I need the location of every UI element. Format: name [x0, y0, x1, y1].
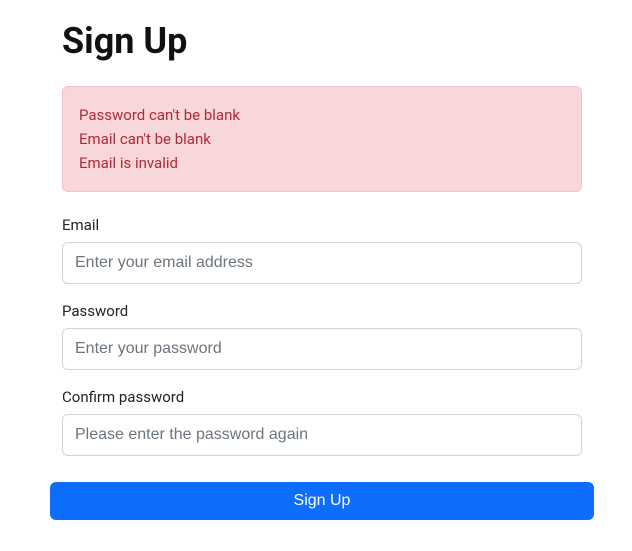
signup-button[interactable]: Sign Up	[50, 482, 594, 520]
email-field[interactable]	[62, 242, 582, 284]
password-group: Password	[62, 302, 582, 370]
error-message: Password can't be blank	[79, 103, 565, 127]
page-title: Sign Up	[62, 20, 582, 62]
confirm-password-group: Confirm password	[62, 388, 582, 456]
confirm-password-field[interactable]	[62, 414, 582, 456]
password-field[interactable]	[62, 328, 582, 370]
email-group: Email	[62, 216, 582, 284]
error-message: Email can't be blank	[79, 127, 565, 151]
confirm-password-label: Confirm password	[62, 388, 582, 406]
error-alert: Password can't be blank Email can't be b…	[62, 86, 582, 192]
email-label: Email	[62, 216, 582, 234]
password-label: Password	[62, 302, 582, 320]
error-message: Email is invalid	[79, 151, 565, 175]
